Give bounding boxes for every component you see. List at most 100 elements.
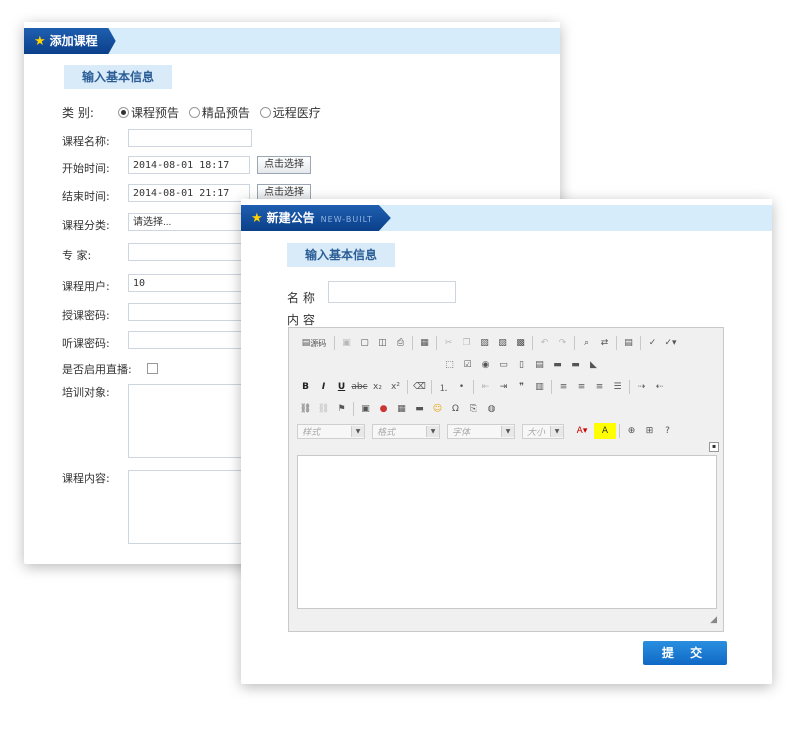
blockquote-icon[interactable]: ❞ bbox=[513, 379, 530, 395]
text-color-icon[interactable]: A▾ bbox=[571, 423, 593, 439]
templates-icon[interactable]: ▦ bbox=[416, 335, 433, 351]
spellcheck-menu-icon[interactable]: ✓▾ bbox=[662, 335, 679, 351]
end-time-label: 结束时间: bbox=[62, 190, 110, 203]
show-blocks-icon[interactable]: ⊞ bbox=[641, 423, 658, 439]
smiley-icon[interactable]: ☺ bbox=[429, 401, 446, 417]
new-announcement-panel: ★ 新建公告 NEW-BUILT 输入基本信息 名 称 内 容 ▤ 源码 ▣ ▢ ◫ … bbox=[241, 199, 772, 684]
new-page-icon[interactable]: ▢ bbox=[356, 335, 373, 351]
course-name-input[interactable] bbox=[128, 129, 252, 147]
editor-toolbar-row-3: B I U abc x₂ x² ⌫ ⒈ • ⇤ ⇥ ❞ ▥ ≡ ≡ ≡ ☰ ⇢ … bbox=[297, 378, 668, 396]
horizontal-rule-icon[interactable]: ▬ bbox=[411, 401, 428, 417]
training-target-textarea[interactable] bbox=[128, 384, 252, 458]
radio-quality-preview[interactable]: 精品预告 bbox=[188, 106, 250, 120]
iframe-icon[interactable]: ◍ bbox=[483, 401, 500, 417]
preview-icon[interactable]: ◫ bbox=[374, 335, 391, 351]
align-left-icon[interactable]: ≡ bbox=[555, 379, 572, 395]
panel-title: 添加课程 bbox=[49, 34, 98, 48]
bold-icon[interactable]: B bbox=[297, 379, 314, 395]
submit-button[interactable]: 提 交 bbox=[643, 641, 727, 665]
style-combo[interactable]: 样式 ▼ bbox=[297, 423, 365, 439]
course-users-input[interactable]: 10 bbox=[128, 274, 248, 292]
bg-color-icon[interactable]: A bbox=[594, 423, 616, 439]
name-input[interactable] bbox=[328, 281, 456, 303]
start-time-label: 开始时间: bbox=[62, 162, 110, 175]
select-icon[interactable]: ▤ bbox=[531, 357, 548, 373]
subscript-icon[interactable]: x₂ bbox=[369, 379, 386, 395]
course-content-textarea[interactable] bbox=[128, 470, 252, 544]
rtl-icon[interactable]: ⇠ bbox=[651, 379, 668, 395]
font-combo[interactable]: 字体 ▼ bbox=[447, 423, 515, 439]
radio-remote-medical[interactable]: 远程医疗 bbox=[259, 106, 321, 120]
copy-icon[interactable]: ❐ bbox=[458, 335, 475, 351]
live-enable-label: 是否启用直播: bbox=[62, 363, 132, 376]
flash-icon[interactable]: ● bbox=[375, 401, 392, 417]
chevron-down-icon: ▼ bbox=[351, 425, 364, 437]
live-enable-checkbox[interactable] bbox=[147, 363, 158, 374]
maximize-icon[interactable]: ⊕ bbox=[623, 423, 640, 439]
button-icon[interactable]: ▬ bbox=[549, 357, 566, 373]
textarea-icon[interactable]: ▯ bbox=[513, 357, 530, 373]
find-icon[interactable]: ⌕ bbox=[578, 335, 595, 351]
select-all-icon[interactable]: ▤ bbox=[620, 335, 637, 351]
undo-icon[interactable]: ↶ bbox=[536, 335, 553, 351]
spellcheck-icon[interactable]: ✓ bbox=[644, 335, 661, 351]
hidden-field-icon[interactable]: ◣ bbox=[585, 357, 602, 373]
table-icon[interactable]: ▦ bbox=[393, 401, 410, 417]
source-icon[interactable]: ▤ 源码 bbox=[297, 335, 331, 351]
radio-course-preview[interactable]: 课程预告 bbox=[118, 106, 179, 120]
align-center-icon[interactable]: ≡ bbox=[573, 379, 590, 395]
redo-icon[interactable]: ↷ bbox=[554, 335, 571, 351]
form-icon[interactable]: ⬚ bbox=[441, 357, 458, 373]
superscript-icon[interactable]: x² bbox=[387, 379, 404, 395]
radio-icon[interactable]: ◉ bbox=[477, 357, 494, 373]
about-icon[interactable]: ? bbox=[659, 423, 676, 439]
textfield-icon[interactable]: ▭ bbox=[495, 357, 512, 373]
strike-icon[interactable]: abc bbox=[351, 379, 368, 395]
image-button-icon[interactable]: ▬ bbox=[567, 357, 584, 373]
end-time-input[interactable]: 2014-08-01 21:17 bbox=[128, 184, 250, 202]
paste-text-icon[interactable]: ▨ bbox=[494, 335, 511, 351]
link-icon[interactable]: ⛓ bbox=[297, 401, 314, 417]
align-right-icon[interactable]: ≡ bbox=[591, 379, 608, 395]
editor-toolbar-row-2: ⬚ ☑ ◉ ▭ ▯ ▤ ▬ ▬ ◣ bbox=[441, 356, 602, 374]
content-label: 内 容 bbox=[287, 313, 315, 327]
course-category-select[interactable]: 请选择... bbox=[128, 213, 248, 231]
teach-password-input[interactable] bbox=[128, 303, 248, 321]
format-combo[interactable]: 格式 ▼ bbox=[372, 423, 440, 439]
checkbox-icon[interactable]: ☑ bbox=[459, 357, 476, 373]
radio-icon bbox=[259, 107, 271, 118]
justify-icon[interactable]: ☰ bbox=[609, 379, 626, 395]
expert-input[interactable] bbox=[128, 243, 248, 261]
toolbar-collapse-icon[interactable]: ▪ bbox=[709, 442, 719, 452]
print-icon[interactable]: ⎙ bbox=[392, 335, 409, 351]
replace-icon[interactable]: ⇄ bbox=[596, 335, 613, 351]
indent-icon[interactable]: ⇥ bbox=[495, 379, 512, 395]
rich-text-editor: ▤源码 ▣ ▢ ◫ ⎙ ▦ ✂ ❐ ▧ ▨ ▩ ↶ ↷ ⌕ ⇄ ▤ ✓ ✓▾ bbox=[288, 327, 724, 632]
remove-format-icon[interactable]: ⌫ bbox=[411, 379, 428, 395]
cut-icon[interactable]: ✂ bbox=[440, 335, 457, 351]
div-icon[interactable]: ▥ bbox=[531, 379, 548, 395]
special-char-icon[interactable]: Ω bbox=[447, 401, 464, 417]
listen-password-input[interactable] bbox=[128, 331, 248, 349]
start-time-input[interactable]: 2014-08-01 18:17 bbox=[128, 156, 250, 174]
paste-icon[interactable]: ▧ bbox=[476, 335, 493, 351]
editor-content-area[interactable] bbox=[297, 455, 717, 609]
unlink-icon[interactable]: ⛓ bbox=[315, 401, 332, 417]
image-icon[interactable]: ▣ bbox=[357, 401, 374, 417]
expert-label: 专 家: bbox=[62, 249, 92, 262]
save-icon[interactable]: ▣ bbox=[338, 335, 355, 351]
radio-icon bbox=[188, 107, 200, 118]
paste-word-icon[interactable]: ▩ bbox=[512, 335, 529, 351]
start-time-pick-button[interactable]: 点击选择 bbox=[257, 156, 311, 174]
underline-icon[interactable]: U bbox=[333, 379, 350, 395]
anchor-icon[interactable]: ⚑ bbox=[333, 401, 350, 417]
italic-icon[interactable]: I bbox=[315, 379, 332, 395]
panel-title-tab: ★ 添加课程 bbox=[24, 28, 116, 54]
bulleted-list-icon[interactable]: • bbox=[453, 379, 470, 395]
ltr-icon[interactable]: ⇢ bbox=[633, 379, 650, 395]
outdent-icon[interactable]: ⇤ bbox=[477, 379, 494, 395]
size-combo[interactable]: 大小 ▼ bbox=[522, 423, 564, 439]
resize-handle-icon[interactable]: ◢ bbox=[710, 615, 717, 625]
numbered-list-icon[interactable]: ⒈ bbox=[435, 379, 452, 395]
page-break-icon[interactable]: ⎘ bbox=[465, 401, 482, 417]
